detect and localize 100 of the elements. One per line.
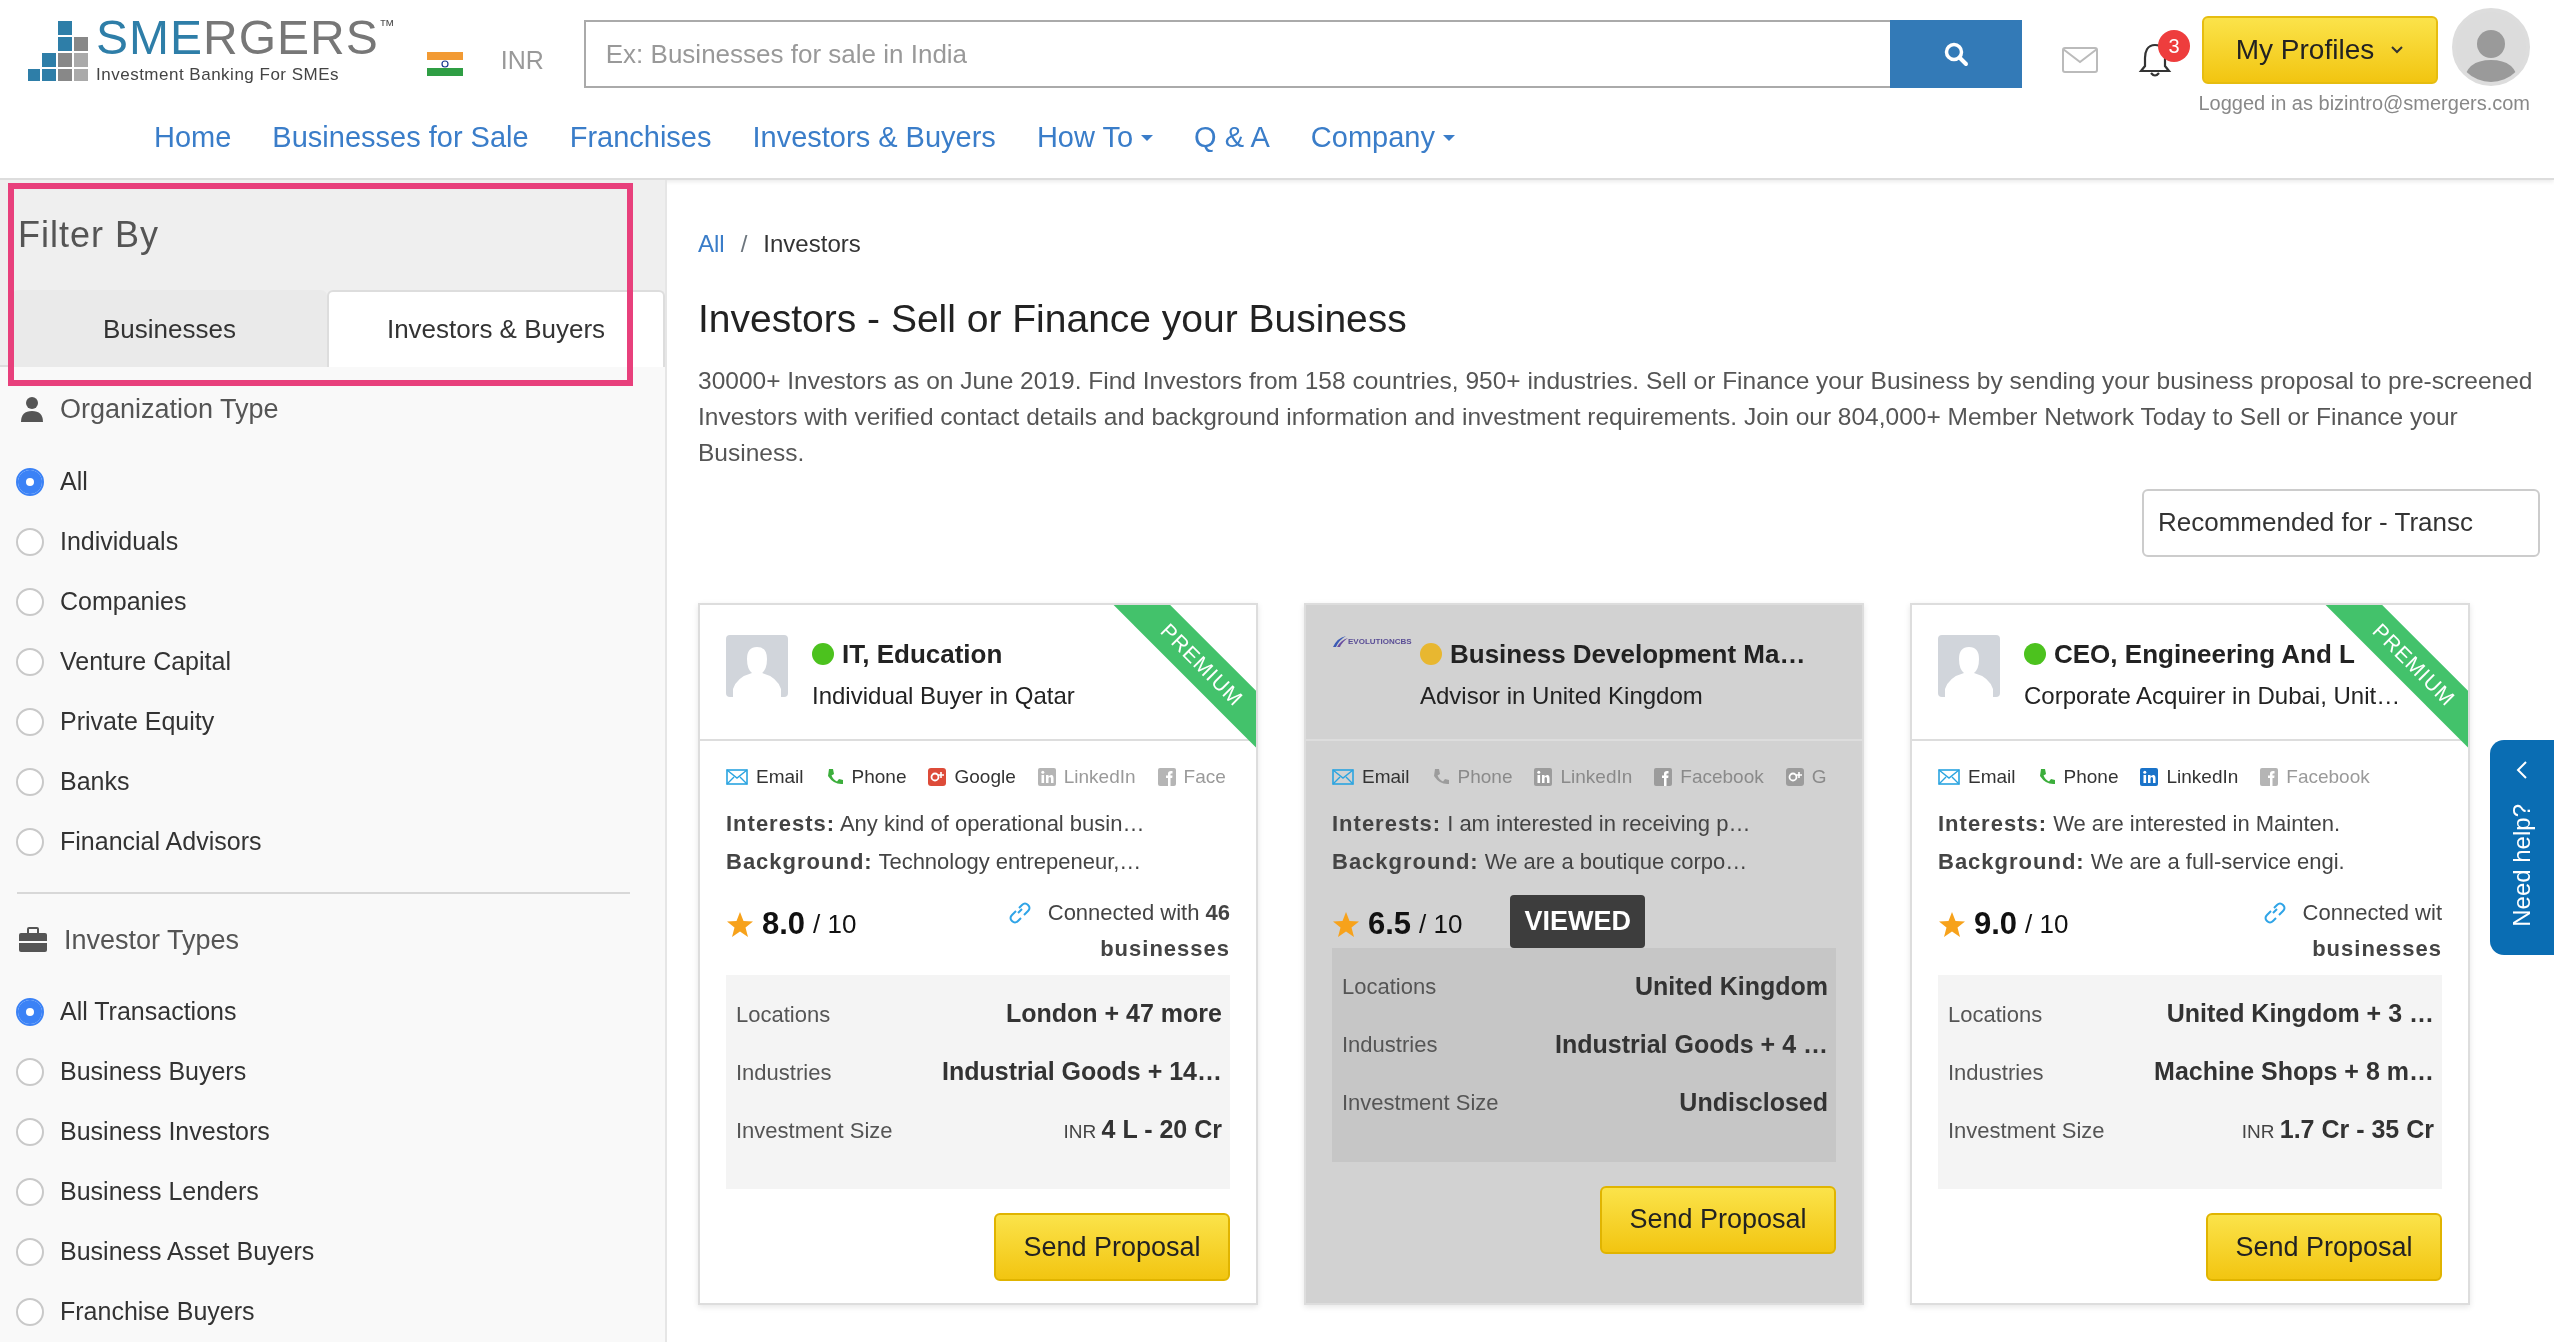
logo-tagline: Investment Banking For SMEs [96, 64, 341, 86]
contact-link[interactable]: Google [928, 762, 1016, 791]
interests-text: Interests: Any kind of operational busin… [726, 810, 1146, 838]
filter-group-title: Investor Types [64, 923, 240, 957]
contact-link[interactable]: Email [1938, 762, 2016, 791]
investor-title[interactable]: CEO, Engineering And L [2054, 634, 2355, 674]
flag-icon[interactable] [426, 52, 463, 76]
option-label[interactable]: Venture Capital [60, 642, 231, 681]
radio-button[interactable] [16, 827, 44, 856]
option-label[interactable]: Franchise Buyers [60, 1293, 255, 1331]
investor-title[interactable]: Business Development Ma… [1450, 634, 1806, 674]
option-label[interactable]: Business Lenders [60, 1173, 259, 1211]
radio-button[interactable] [16, 587, 44, 616]
filter-tab[interactable]: Investors & Buyers [327, 290, 665, 367]
radio-button[interactable] [16, 707, 44, 736]
logo-icon [28, 20, 88, 81]
person-icon [20, 396, 44, 423]
detail-value: Industrial Goods + 14… [942, 1056, 1222, 1088]
radio-button[interactable] [16, 647, 44, 676]
sort-dropdown[interactable]: Recommended for - Transc [2142, 488, 2540, 557]
contact-link[interactable]: Email [1332, 762, 1410, 791]
contact-link[interactable]: Email [726, 762, 804, 791]
star-icon [726, 910, 754, 938]
nav-link[interactable]: Company [1310, 116, 1455, 160]
linkedin-icon [1534, 767, 1553, 786]
radio-button[interactable] [16, 1058, 44, 1086]
briefcase-icon [18, 926, 48, 953]
option-label[interactable]: Banks [60, 762, 130, 801]
phone-icon [825, 768, 844, 786]
investor-title[interactable]: IT, Education [842, 634, 1003, 674]
option-label[interactable]: All Transactions [60, 993, 237, 1031]
investor-subtitle: Advisor in United Kingdom [1420, 680, 1704, 711]
contact-link[interactable]: Phone [2037, 762, 2119, 791]
option-label[interactable]: Business Investors [60, 1113, 270, 1151]
rating-scale: / 10 [813, 907, 857, 941]
filter-title: Filter By [18, 213, 160, 257]
contact-link[interactable]: LinkedIn [2140, 762, 2239, 791]
option-label[interactable]: Business Buyers [60, 1053, 247, 1091]
nav-link[interactable]: Businesses for Sale [272, 116, 529, 160]
detail-value: Industrial Goods + 4 … [1555, 1028, 1828, 1060]
option-label[interactable]: Business Asset Buyers [60, 1233, 315, 1271]
nav-link[interactable]: Q & A [1194, 116, 1270, 160]
option-label[interactable]: Financial Advisors [60, 822, 262, 861]
background-text: Background: We are a boutique corpo… [1332, 848, 1749, 876]
radio-button[interactable] [16, 1118, 44, 1146]
radio-button[interactable] [16, 1298, 44, 1326]
radio-button[interactable] [16, 998, 44, 1026]
detail-label: Industries [1342, 1031, 1438, 1059]
envelope-icon [1332, 768, 1354, 785]
nav-link[interactable]: Franchises [569, 116, 712, 160]
nav-link[interactable]: Investors & Buyers [752, 116, 996, 160]
facebook-icon [1157, 767, 1176, 786]
help-tab[interactable]: Need help? [2490, 740, 2554, 955]
radio-button[interactable] [16, 1178, 44, 1206]
option-label[interactable]: All [60, 462, 88, 501]
phone-icon [1431, 768, 1450, 786]
detail-value: London + 47 more [1006, 998, 1222, 1030]
radio-button[interactable] [16, 1238, 44, 1266]
nav-link[interactable]: How To [1036, 116, 1154, 160]
radio-button[interactable] [16, 527, 44, 556]
detail-label: Industries [1948, 1058, 2044, 1087]
send-proposal-button[interactable]: Send Proposal [994, 1213, 1230, 1281]
send-proposal-button[interactable]: Send Proposal [1600, 1185, 1836, 1254]
nav-link[interactable]: Home [154, 116, 232, 160]
detail-value: Undisclosed [1679, 1086, 1828, 1118]
login-status-text: Logged in as bizintro@smergers.com [2198, 91, 2530, 116]
mail-icon[interactable] [2062, 47, 2098, 73]
linkedin-icon [1037, 767, 1056, 786]
avatar-icon [726, 634, 788, 697]
logo-icon [1332, 635, 1348, 648]
chevron-left-icon [2515, 760, 2529, 780]
detail-value: Machine Shops + 8 m… [2154, 1056, 2434, 1088]
facebook-icon [2260, 767, 2279, 786]
interests-text: Interests: I am interested in receiving p… [1332, 810, 1752, 838]
rating-score: 6.5 [1368, 905, 1412, 943]
option-label[interactable]: Private Equity [60, 702, 215, 741]
contact-link[interactable]: Phone [825, 762, 907, 791]
facebook-icon [1654, 767, 1673, 786]
search-button[interactable] [1890, 20, 2022, 88]
page-title: Investors - Sell or Finance your Business [698, 296, 1408, 342]
search-icon [1943, 41, 1969, 67]
phone-icon [2037, 768, 2056, 786]
radio-button[interactable] [16, 767, 44, 796]
filter-tab[interactable]: Businesses [12, 290, 328, 367]
send-proposal-button[interactable]: Send Proposal [2206, 1213, 2442, 1281]
detail-label: Locations [736, 1000, 831, 1029]
profile-menu-button[interactable]: My Profiles [2202, 16, 2438, 84]
option-label[interactable]: Companies [60, 582, 187, 621]
breadcrumb-link[interactable]: All [698, 226, 725, 262]
radio-button[interactable] [16, 467, 44, 496]
detail-label: Investment Size [736, 1116, 893, 1145]
breadcrumb-current: Investors [763, 229, 861, 259]
option-label[interactable]: Individuals [60, 522, 179, 561]
detail-label: Locations [1948, 1000, 2043, 1029]
trademark-sign: ™ [378, 16, 395, 36]
rating-scale: / 10 [2025, 907, 2069, 941]
rating-score: 8.0 [762, 905, 806, 943]
connection-unit: businesses [1099, 935, 1230, 963]
caret-icon [1141, 134, 1154, 141]
link-icon [1007, 901, 1032, 925]
